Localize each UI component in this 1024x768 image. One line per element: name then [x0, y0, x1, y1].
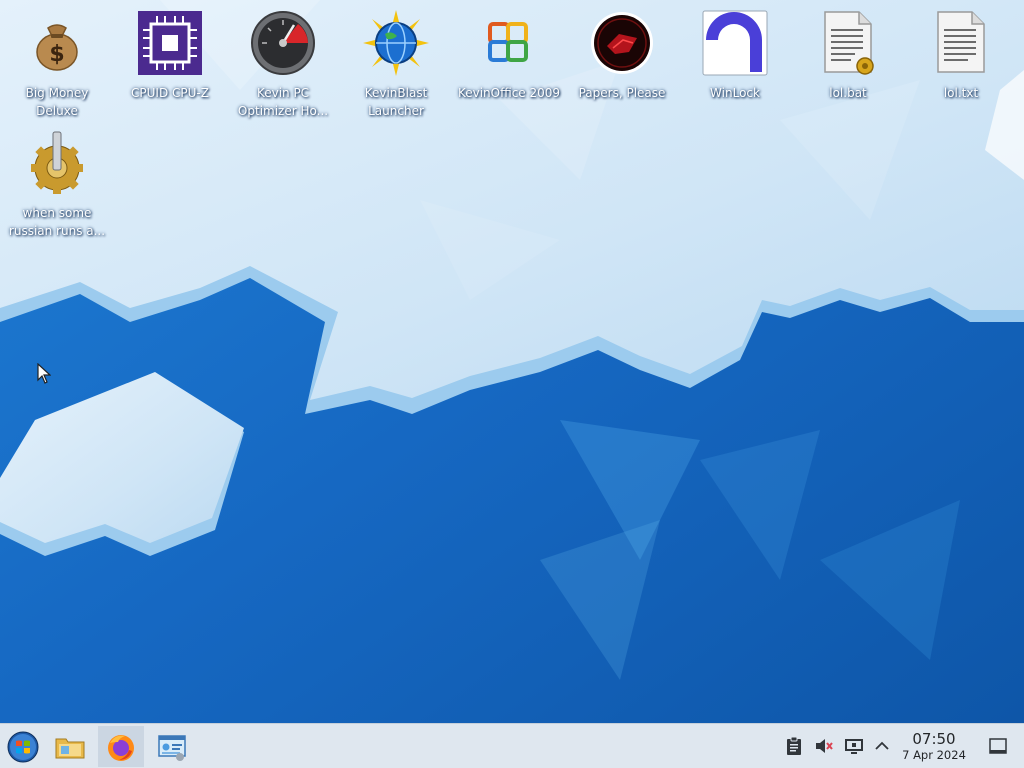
papers-please-seal-icon [589, 10, 655, 76]
desktop-icon-when-some-russian-runs[interactable]: when some russian runs a... [3, 126, 111, 240]
desktop-icon-label: CPUID CPU-Z [131, 86, 209, 100]
svg-text:$: $ [49, 42, 64, 67]
clock-date: 7 Apr 2024 [902, 748, 966, 762]
volume-muted-icon [816, 739, 833, 753]
globe-sun-icon [363, 10, 429, 76]
wallpaper [0, 0, 1024, 723]
start-button[interactable] [0, 726, 46, 767]
winlock-icon [702, 10, 768, 76]
volume-tray[interactable] [814, 736, 834, 756]
clock-time: 07:50 [912, 730, 956, 748]
money-bag-icon: $ [24, 10, 90, 76]
desktop[interactable]: $ Big Money Deluxe CPUID CPU-Z Kevin PC … [0, 0, 1024, 723]
show-desktop-button[interactable] [988, 736, 1008, 756]
desktop-icon-label: WinLock [710, 86, 760, 100]
show-desktop-icon [989, 738, 1007, 754]
desktop-icon-label: Kevin PC Optimizer Ho... [237, 86, 329, 118]
desktop-icon-label: lol.bat [829, 86, 867, 100]
taskbar-file-manager[interactable] [47, 726, 93, 767]
mouse-pointer [37, 363, 51, 384]
clipboard-tray[interactable] [784, 736, 804, 756]
desktop-icon-cpuid-cpu-z[interactable]: CPUID CPU-Z [116, 6, 224, 102]
desktop-icon-kevinblast-launcher[interactable]: KevinBlast Launcher [342, 6, 450, 120]
desktop-icon-papers-please[interactable]: Papers, Please [568, 6, 676, 102]
taskbar-firefox[interactable] [98, 726, 144, 767]
clock[interactable]: 07:50 7 Apr 2024 [896, 730, 972, 763]
firefox-icon [108, 734, 134, 761]
chevron-up-icon [875, 741, 889, 750]
desktop-icon-lol-txt[interactable]: lol.txt [907, 6, 1015, 102]
desktop-icon-label: when some russian runs a... [8, 206, 106, 238]
control-panel-icon [158, 734, 186, 761]
display-icon [845, 739, 863, 754]
tray-expander[interactable] [872, 736, 892, 756]
start-orb-icon [7, 731, 39, 762]
taskbar-control-panel[interactable] [149, 726, 195, 767]
taskbar: 07:50 7 Apr 2024 [0, 723, 1024, 768]
desktop-icon-big-money-deluxe[interactable]: $ Big Money Deluxe [3, 6, 111, 120]
desktop-icon-kevin-pc-optimizer[interactable]: Kevin PC Optimizer Ho... [229, 6, 337, 120]
desktop-icon-kevinoffice-2009[interactable]: KevinOffice 2009 [455, 6, 563, 102]
cpu-chip-icon [137, 10, 203, 76]
desktop-icon-label: Big Money Deluxe [25, 86, 89, 118]
text-file-icon [928, 10, 994, 76]
speedometer-icon [250, 10, 316, 76]
batch-file-icon [815, 10, 881, 76]
display-tray[interactable] [844, 736, 864, 756]
desktop-icon-label: Papers, Please [578, 86, 666, 100]
gear-executable-icon [24, 130, 90, 196]
office-logo-icon [476, 10, 542, 76]
desktop-icon-label: KevinOffice 2009 [457, 86, 561, 100]
file-manager-icon [55, 738, 85, 758]
desktop-icon-label: KevinBlast Launcher [364, 86, 428, 118]
desktop-icon-label: lol.txt [943, 86, 979, 100]
desktop-icon-lol-bat[interactable]: lol.bat [794, 6, 902, 102]
clipboard-icon [787, 736, 801, 755]
desktop-icon-winlock[interactable]: WinLock [681, 6, 789, 102]
